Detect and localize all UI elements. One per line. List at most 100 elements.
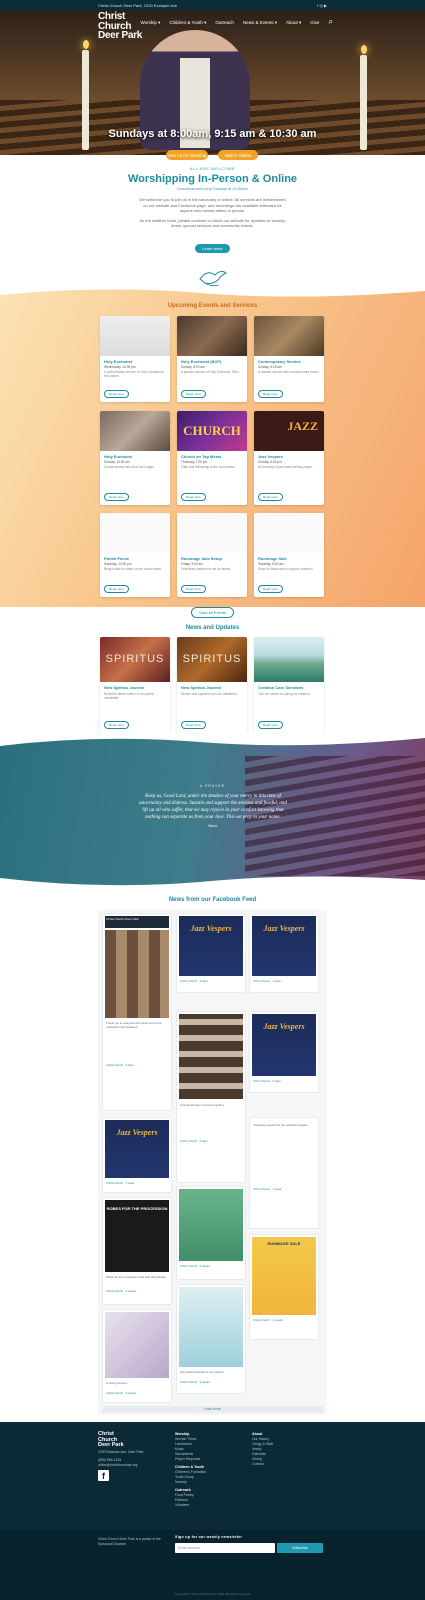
read-more-button[interactable]: Read more <box>258 585 283 593</box>
site-logo[interactable]: Christ Church Deer Park <box>98 12 142 41</box>
news-card-title[interactable]: New Spiritus Journal <box>100 682 170 691</box>
read-more-button[interactable]: Read more <box>181 390 206 398</box>
post-meta[interactable]: Christ Church · 2 weeks <box>106 1289 168 1294</box>
news-card[interactable]: Creation Care Seminars Join our series o… <box>254 637 324 733</box>
footer-link[interactable]: Nursery <box>175 1480 245 1485</box>
event-card[interactable]: Holy Eucharist Wednesday, 12:00 pm A qui… <box>100 316 170 402</box>
nav-item-news[interactable]: News & Events ▾ <box>243 20 277 27</box>
post-meta[interactable]: Christ Church · 3 days <box>180 979 242 984</box>
prayer-body: Keep us, Good Lord, under the shadow of … <box>139 794 287 820</box>
post-meta[interactable]: Christ Church · 1 week <box>253 1187 315 1192</box>
event-card[interactable]: CHURCH Church on Tap Meets Thursday, 7:0… <box>177 411 247 505</box>
copyright: Copyright © Christ Church Deer Park. All… <box>174 1592 251 1596</box>
read-more-button[interactable]: Read more <box>181 493 206 501</box>
event-card[interactable]: Rummage Sale Saturday, 8:00 am Shop for … <box>254 513 324 597</box>
post-meta[interactable]: Christ Church · 5 days <box>180 1139 242 1144</box>
nav-item-give[interactable]: Give <box>310 20 319 27</box>
facebook-icon[interactable]: f <box>98 1470 109 1481</box>
jazz-vespers-image: JAZZ <box>254 411 324 451</box>
flame-icon <box>360 45 367 54</box>
event-image <box>177 513 247 553</box>
facebook-post[interactable]: Jazz Vespers Christ Church · 1 week <box>103 1118 171 1192</box>
facebook-post[interactable]: RUMMAGE SALE Christ Church · 2 weeks <box>250 1235 318 1339</box>
nav-item-about[interactable]: About ▾ <box>286 20 301 27</box>
event-card[interactable]: Parish Picnic Saturday, 12:00 pm Bring a… <box>100 513 170 597</box>
load-more-button[interactable]: Load more <box>102 1406 323 1413</box>
mountains-image <box>254 637 324 682</box>
event-title[interactable]: Holy Eucharist <box>100 451 170 460</box>
event-title[interactable]: Holy Eucharist (BCP) <box>177 356 247 365</box>
event-text: Bring a dish to share on the church lawn… <box>104 567 162 571</box>
read-more-button[interactable]: Read more <box>104 585 129 593</box>
news-card[interactable]: SPIRITUS New Spiritus Journal Stories an… <box>177 637 247 733</box>
post-meta[interactable]: Christ Church · 4 days <box>253 979 315 984</box>
read-more-button[interactable]: Read more <box>104 721 129 729</box>
read-more-button[interactable]: Read more <box>104 390 129 398</box>
footer-link[interactable]: Volunteer <box>175 1503 245 1508</box>
watch-online-button[interactable]: Watch Online <box>218 150 258 160</box>
spiritus-image: SPIRITUS <box>177 637 247 682</box>
nav-item-children[interactable]: Children & Youth ▾ <box>169 20 206 27</box>
read-more-button[interactable]: Read more <box>181 721 206 729</box>
post-meta[interactable]: Christ Church · 3 weeks <box>180 1380 242 1385</box>
post-meta[interactable]: Christ Church · 2 weeks <box>180 1264 242 1269</box>
event-title[interactable]: Rummage Sale Setup <box>177 553 247 562</box>
footer-email[interactable]: office@christchurchdp.org <box>98 1463 158 1468</box>
facebook-post[interactable]: A wonderful day of service together. Chr… <box>177 1012 245 1182</box>
event-card[interactable]: Holy Eucharist (BCP) Sunday, 8:00 am A s… <box>177 316 247 402</box>
nav-item-worship[interactable]: Worship ▾ <box>140 20 160 27</box>
facebook-post[interactable]: Jazz Vespers Christ Church · 4 days <box>250 914 318 992</box>
search-icon[interactable]: ⌕ <box>329 17 333 27</box>
view-all-events-button[interactable]: View all Events <box>190 607 235 618</box>
event-card[interactable]: Rummage Sale Setup Friday, 9:00 am Volun… <box>177 513 247 597</box>
facebook-post[interactable]: ROBES FOR THE PROCESSION Robes for the p… <box>103 1198 171 1304</box>
event-text: A spoken service of Holy Eucharist, Rite… <box>181 370 241 374</box>
nav-item-outreach[interactable]: Outreach <box>215 20 234 27</box>
news-card[interactable]: SPIRITUS New Spiritus Journal Read the l… <box>100 637 170 733</box>
post-meta[interactable]: Christ Church · 2 days <box>106 1063 168 1068</box>
news-card-title[interactable]: New Spiritus Journal <box>177 682 247 691</box>
post-meta[interactable]: Christ Church · 1 week <box>106 1181 168 1186</box>
post-meta[interactable]: Christ Church · 3 weeks <box>106 1391 168 1396</box>
post-meta[interactable]: Christ Church · 2 weeks <box>253 1318 315 1323</box>
facebook-post[interactable]: Christ Church · 2 weeks <box>177 1187 245 1279</box>
top-bar-address: Christ Church Deer Park, 1200 Example Av… <box>98 2 178 8</box>
read-more-button[interactable]: Read more <box>258 390 283 398</box>
facebook-post[interactable]: Holy Week schedule is now posted. Christ… <box>177 1285 245 1393</box>
event-card[interactable]: Contemporary Service Sunday, 9:15 am A r… <box>254 316 324 402</box>
event-title[interactable]: Contemporary Service <box>254 356 324 365</box>
event-card[interactable]: JAZZ Jazz Vespers Sunday, 5:00 pm An eve… <box>254 411 324 505</box>
post-meta[interactable]: Christ Church · 6 days <box>253 1079 315 1084</box>
read-more-button[interactable]: Read more <box>258 493 283 501</box>
event-card[interactable]: Holy Eucharist Sunday, 10:30 am Choral s… <box>100 411 170 505</box>
facebook-post[interactable]: Jazz Vespers Christ Church · 3 days <box>177 914 245 992</box>
event-title[interactable]: Church on Tap Meets <box>177 451 247 460</box>
facebook-post[interactable]: In loving memory. Christ Church · 3 week… <box>103 1310 171 1402</box>
read-more-button[interactable]: Read more <box>258 721 283 729</box>
prayer-eyebrow: A PRAYER <box>199 784 226 788</box>
news-title: News and Updates <box>185 625 240 631</box>
wave-divider <box>0 287 425 297</box>
event-title[interactable]: Jazz Vespers <box>254 451 324 460</box>
subscribe-button[interactable]: Subscribe <box>277 1543 323 1553</box>
footer-link[interactable]: Prayer Requests <box>175 1457 245 1462</box>
facebook-post[interactable]: Christ Church Deer Park Thank you to eve… <box>103 914 171 1110</box>
footer-link[interactable]: Contact <box>252 1462 322 1467</box>
spiritus-image: SPIRITUS <box>100 637 170 682</box>
newsletter-email-input[interactable]: Email address <box>175 1543 275 1553</box>
read-more-button[interactable]: Read more <box>104 493 129 501</box>
footer-logo[interactable]: Christ Church Deer Park <box>98 1431 124 1449</box>
read-more-button[interactable]: Read more <box>181 585 206 593</box>
event-title[interactable]: Holy Eucharist <box>100 356 170 365</box>
worship-learn-more-button[interactable]: Learn more <box>195 243 230 253</box>
facebook-post[interactable]: Jazz Vespers Christ Church · 6 days <box>250 1012 318 1092</box>
facebook-post[interactable]: Volunteers needed for the outreach progr… <box>250 1118 318 1228</box>
news-card-title[interactable]: Creation Care Seminars <box>254 682 324 691</box>
social-icons[interactable]: f ◎ ▶ <box>317 3 327 8</box>
event-title[interactable]: Parish Picnic <box>100 553 170 562</box>
footer-col-title: Worship <box>175 1432 190 1436</box>
post-caption: Volunteers needed for the outreach progr… <box>253 1123 309 1127</box>
event-title[interactable]: Rummage Sale <box>254 553 324 562</box>
post-photo <box>179 1014 243 1099</box>
join-worship-button[interactable]: Join us for Worship <box>166 150 208 160</box>
